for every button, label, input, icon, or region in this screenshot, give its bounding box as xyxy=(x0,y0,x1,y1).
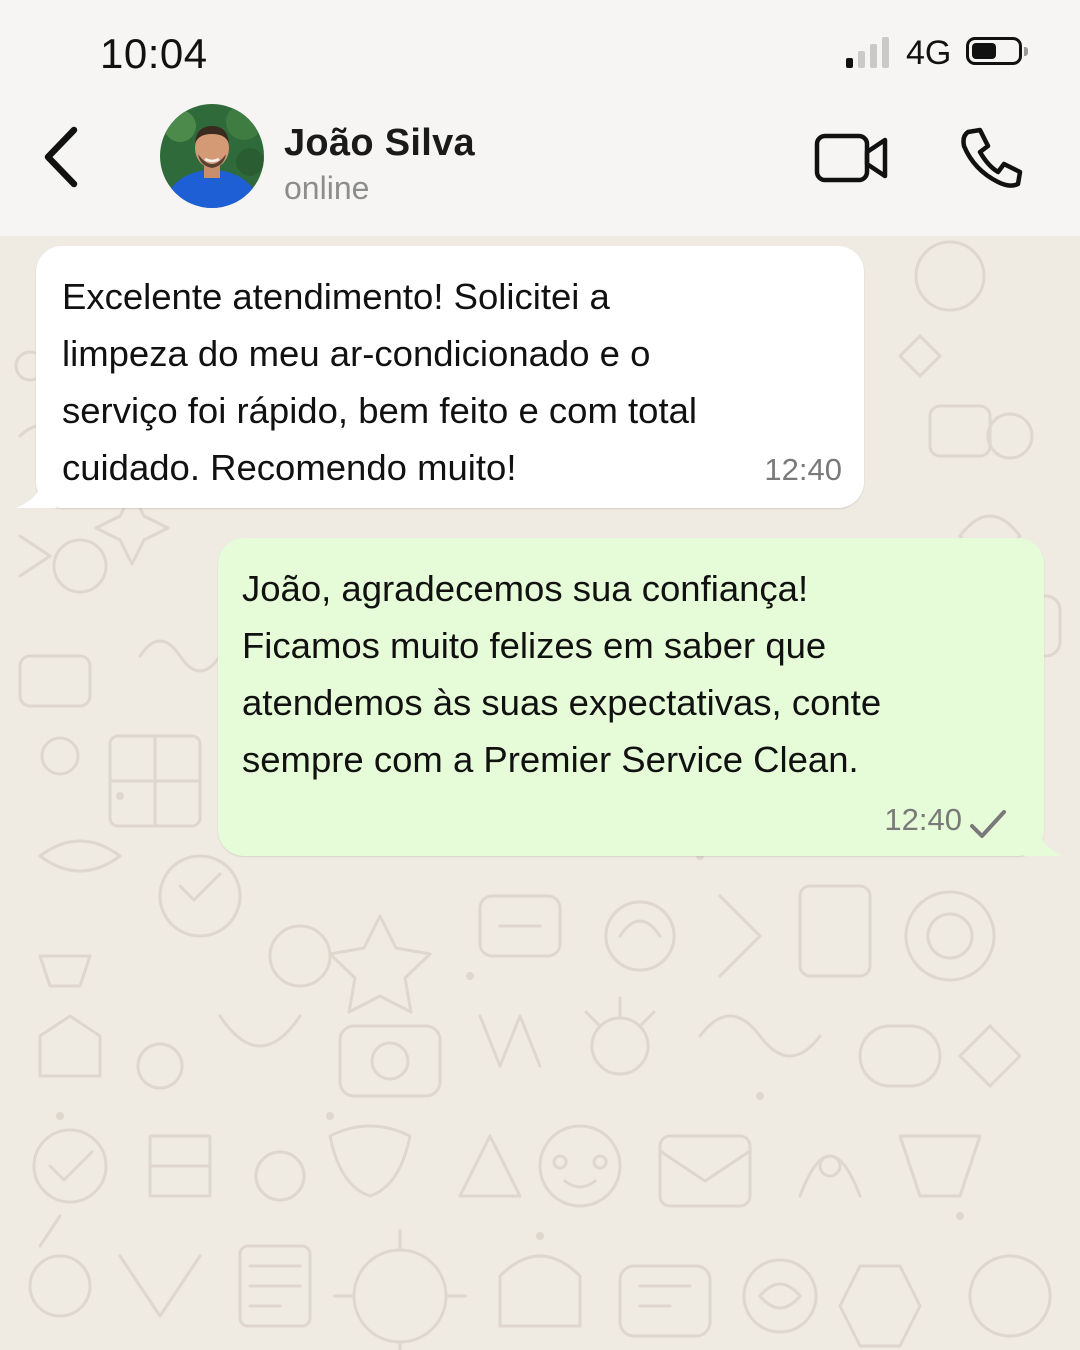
message-time: 12:40 xyxy=(884,802,962,837)
bubble-tail-icon xyxy=(16,484,56,508)
status-bar: 10:04 4G xyxy=(0,0,1080,100)
chat-header: João Silva online xyxy=(0,100,1080,236)
video-camera-icon xyxy=(814,133,888,183)
status-time: 10:04 xyxy=(100,30,208,77)
outgoing-message[interactable]: João, agradecemos sua confiança! Ficamos… xyxy=(218,538,1064,856)
voice-call-button[interactable] xyxy=(958,124,1024,190)
message-text: João, agradecemos sua confiança! Ficamos… xyxy=(242,568,882,780)
contact-name[interactable]: João Silva xyxy=(284,122,475,165)
avatar[interactable] xyxy=(160,104,264,208)
contact-status: online xyxy=(284,170,370,206)
network-type: 4G xyxy=(906,34,952,72)
chevron-left-icon xyxy=(44,126,78,188)
message-text: Excelente atendimento! Solicitei a limpe… xyxy=(62,276,697,488)
signal-strength-icon xyxy=(846,36,894,68)
back-button[interactable] xyxy=(36,122,96,192)
video-call-button[interactable] xyxy=(812,128,892,188)
message-time: 12:40 xyxy=(764,452,842,487)
chat-area[interactable]: Excelente atendimento! Solicitei a limpe… xyxy=(0,236,1080,1350)
bubble-tail-icon xyxy=(1024,832,1064,856)
incoming-message[interactable]: Excelente atendimento! Solicitei a limpe… xyxy=(16,246,864,508)
phone-icon xyxy=(961,127,1023,188)
battery-icon xyxy=(966,37,1028,65)
single-check-icon xyxy=(970,810,1006,838)
